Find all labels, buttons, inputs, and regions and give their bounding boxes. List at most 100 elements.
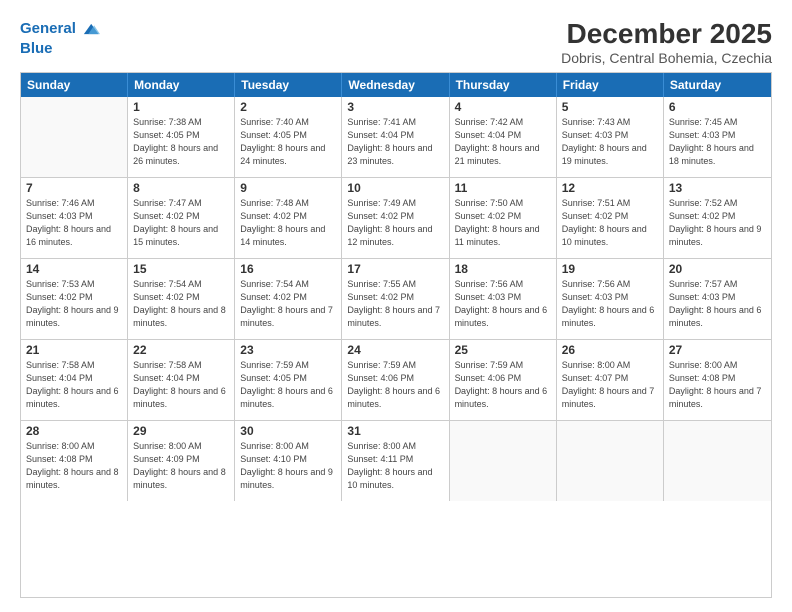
cal-cell-2-2: 8 Sunrise: 7:47 AMSunset: 4:02 PMDaylight… — [128, 178, 235, 258]
sun-info: Sunrise: 7:58 AMSunset: 4:04 PMDaylight:… — [26, 359, 122, 411]
day-number: 4 — [455, 100, 551, 114]
cal-cell-2-4: 10 Sunrise: 7:49 AMSunset: 4:02 PMDayligh… — [342, 178, 449, 258]
cal-cell-4-1: 21 Sunrise: 7:58 AMSunset: 4:04 PMDayligh… — [21, 340, 128, 420]
location: Dobris, Central Bohemia, Czechia — [561, 50, 772, 66]
day-number: 5 — [562, 100, 658, 114]
day-number: 16 — [240, 262, 336, 276]
cal-cell-1-1 — [21, 97, 128, 177]
sun-info: Sunrise: 8:00 AMSunset: 4:08 PMDaylight:… — [669, 359, 766, 411]
cal-cell-1-6: 5Sunrise: 7:43 AMSunset: 4:03 PMDaylight… — [557, 97, 664, 177]
day-number: 9 — [240, 181, 336, 195]
calendar-row-5: 28 Sunrise: 8:00 AMSunset: 4:08 PMDayligh… — [21, 421, 771, 501]
sun-info: Sunrise: 8:00 AMSunset: 4:08 PMDaylight:… — [26, 440, 122, 492]
cal-cell-4-2: 22Sunrise: 7:58 AMSunset: 4:04 PMDayligh… — [128, 340, 235, 420]
day-number: 6 — [669, 100, 766, 114]
header-cell-tuesday: Tuesday — [235, 73, 342, 97]
day-number: 25 — [455, 343, 551, 357]
calendar-row-4: 21 Sunrise: 7:58 AMSunset: 4:04 PMDayligh… — [21, 340, 771, 421]
sun-info: Sunrise: 8:00 AMSunset: 4:11 PMDaylight:… — [347, 440, 443, 492]
day-number: 31 — [347, 424, 443, 438]
sun-info: Sunrise: 7:49 AMSunset: 4:02 PMDaylight:… — [347, 197, 443, 249]
cal-cell-2-6: 12Sunrise: 7:51 AMSunset: 4:02 PMDayligh… — [557, 178, 664, 258]
day-number: 28 — [26, 424, 122, 438]
cal-cell-3-1: 14 Sunrise: 7:53 AMSunset: 4:02 PMDayligh… — [21, 259, 128, 339]
cal-cell-4-4: 24 Sunrise: 7:59 AMSunset: 4:06 PMDayligh… — [342, 340, 449, 420]
cal-cell-1-7: 6 Sunrise: 7:45 AMSunset: 4:03 PMDaylight… — [664, 97, 771, 177]
cal-cell-5-2: 29 Sunrise: 8:00 AMSunset: 4:09 PMDayligh… — [128, 421, 235, 501]
day-number: 26 — [562, 343, 658, 357]
sun-info: Sunrise: 7:40 AMSunset: 4:05 PMDaylight:… — [240, 116, 336, 168]
cal-cell-2-1: 7Sunrise: 7:46 AMSunset: 4:03 PMDaylight… — [21, 178, 128, 258]
sun-info: Sunrise: 8:00 AMSunset: 4:10 PMDaylight:… — [240, 440, 336, 492]
cal-cell-3-3: 16 Sunrise: 7:54 AMSunset: 4:02 PMDayligh… — [235, 259, 342, 339]
sun-info: Sunrise: 7:51 AMSunset: 4:02 PMDaylight:… — [562, 197, 658, 249]
sun-info: Sunrise: 7:59 AMSunset: 4:05 PMDaylight:… — [240, 359, 336, 411]
sun-info: Sunrise: 8:00 AMSunset: 4:09 PMDaylight:… — [133, 440, 229, 492]
header-cell-thursday: Thursday — [450, 73, 557, 97]
sun-info: Sunrise: 7:56 AMSunset: 4:03 PMDaylight:… — [455, 278, 551, 330]
logo: General Blue — [20, 18, 100, 58]
sun-info: Sunrise: 7:59 AMSunset: 4:06 PMDaylight:… — [347, 359, 443, 411]
cal-cell-1-4: 3 Sunrise: 7:41 AMSunset: 4:04 PMDaylight… — [342, 97, 449, 177]
sun-info: Sunrise: 7:55 AMSunset: 4:02 PMDaylight:… — [347, 278, 443, 330]
day-number: 3 — [347, 100, 443, 114]
cal-cell-4-7: 27 Sunrise: 8:00 AMSunset: 4:08 PMDayligh… — [664, 340, 771, 420]
sun-info: Sunrise: 7:52 AMSunset: 4:02 PMDaylight:… — [669, 197, 766, 249]
sun-info: Sunrise: 7:41 AMSunset: 4:04 PMDaylight:… — [347, 116, 443, 168]
title-block: December 2025 Dobris, Central Bohemia, C… — [561, 18, 772, 66]
header: General Blue December 2025 Dobris, Centr… — [20, 18, 772, 66]
day-number: 7 — [26, 181, 122, 195]
day-number: 1 — [133, 100, 229, 114]
cal-cell-5-6 — [557, 421, 664, 501]
sun-info: Sunrise: 7:42 AMSunset: 4:04 PMDaylight:… — [455, 116, 551, 168]
cal-cell-3-7: 20 Sunrise: 7:57 AMSunset: 4:03 PMDayligh… — [664, 259, 771, 339]
day-number: 21 — [26, 343, 122, 357]
day-number: 27 — [669, 343, 766, 357]
day-number: 8 — [133, 181, 229, 195]
cal-cell-4-6: 26 Sunrise: 8:00 AMSunset: 4:07 PMDayligh… — [557, 340, 664, 420]
cal-cell-2-3: 9Sunrise: 7:48 AMSunset: 4:02 PMDaylight… — [235, 178, 342, 258]
calendar: SundayMondayTuesdayWednesdayThursdayFrid… — [20, 72, 772, 598]
day-number: 10 — [347, 181, 443, 195]
sun-info: Sunrise: 8:00 AMSunset: 4:07 PMDaylight:… — [562, 359, 658, 411]
cal-cell-5-1: 28 Sunrise: 8:00 AMSunset: 4:08 PMDayligh… — [21, 421, 128, 501]
day-number: 22 — [133, 343, 229, 357]
logo-text2: Blue — [20, 40, 100, 58]
cal-cell-4-5: 25Sunrise: 7:59 AMSunset: 4:06 PMDayligh… — [450, 340, 557, 420]
cal-cell-5-3: 30 Sunrise: 8:00 AMSunset: 4:10 PMDayligh… — [235, 421, 342, 501]
cal-cell-5-7 — [664, 421, 771, 501]
day-number: 15 — [133, 262, 229, 276]
sun-info: Sunrise: 7:50 AMSunset: 4:02 PMDaylight:… — [455, 197, 551, 249]
sun-info: Sunrise: 7:54 AMSunset: 4:02 PMDaylight:… — [240, 278, 336, 330]
header-cell-monday: Monday — [128, 73, 235, 97]
header-cell-sunday: Sunday — [21, 73, 128, 97]
day-number: 24 — [347, 343, 443, 357]
header-cell-saturday: Saturday — [664, 73, 771, 97]
cal-cell-2-7: 13 Sunrise: 7:52 AMSunset: 4:02 PMDayligh… — [664, 178, 771, 258]
day-number: 20 — [669, 262, 766, 276]
cal-cell-3-6: 19Sunrise: 7:56 AMSunset: 4:03 PMDayligh… — [557, 259, 664, 339]
day-number: 14 — [26, 262, 122, 276]
calendar-header: SundayMondayTuesdayWednesdayThursdayFrid… — [21, 73, 771, 97]
cal-cell-1-3: 2 Sunrise: 7:40 AMSunset: 4:05 PMDaylight… — [235, 97, 342, 177]
day-number: 19 — [562, 262, 658, 276]
month-title: December 2025 — [561, 18, 772, 50]
cal-cell-5-5 — [450, 421, 557, 501]
logo-icon — [78, 18, 100, 40]
day-number: 2 — [240, 100, 336, 114]
calendar-row-1: 1Sunrise: 7:38 AMSunset: 4:05 PMDaylight… — [21, 97, 771, 178]
day-number: 29 — [133, 424, 229, 438]
day-number: 17 — [347, 262, 443, 276]
sun-info: Sunrise: 7:45 AMSunset: 4:03 PMDaylight:… — [669, 116, 766, 168]
day-number: 23 — [240, 343, 336, 357]
header-cell-wednesday: Wednesday — [342, 73, 449, 97]
sun-info: Sunrise: 7:47 AMSunset: 4:02 PMDaylight:… — [133, 197, 229, 249]
sun-info: Sunrise: 7:57 AMSunset: 4:03 PMDaylight:… — [669, 278, 766, 330]
day-number: 13 — [669, 181, 766, 195]
day-number: 30 — [240, 424, 336, 438]
cal-cell-4-3: 23 Sunrise: 7:59 AMSunset: 4:05 PMDayligh… — [235, 340, 342, 420]
sun-info: Sunrise: 7:53 AMSunset: 4:02 PMDaylight:… — [26, 278, 122, 330]
cal-cell-1-5: 4 Sunrise: 7:42 AMSunset: 4:04 PMDaylight… — [450, 97, 557, 177]
sun-info: Sunrise: 7:54 AMSunset: 4:02 PMDaylight:… — [133, 278, 229, 330]
day-number: 11 — [455, 181, 551, 195]
